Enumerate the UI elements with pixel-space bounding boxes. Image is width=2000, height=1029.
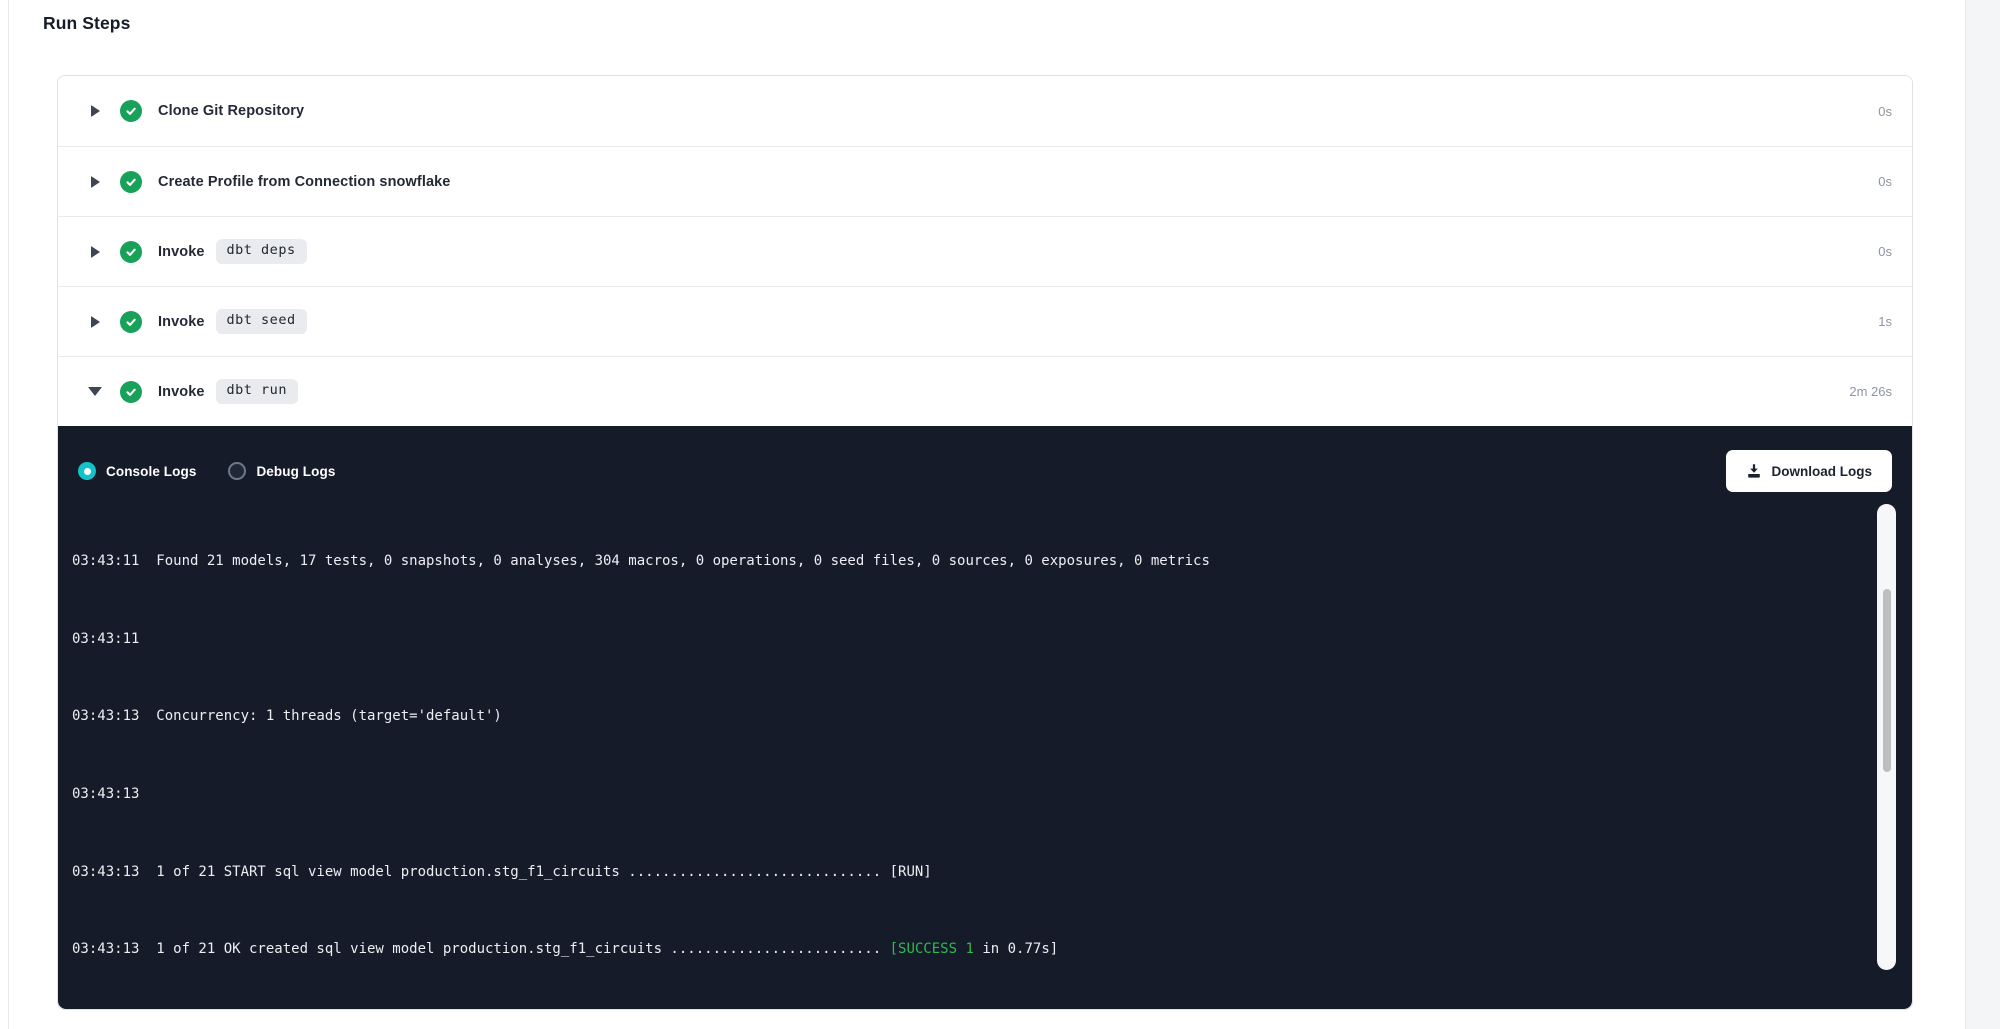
- step-row[interactable]: Invoke dbt deps 0s: [58, 216, 1912, 286]
- chevron-box: [88, 385, 102, 399]
- step-row[interactable]: Invoke dbt run 2m 26s: [58, 356, 1912, 426]
- radio-icon: [228, 462, 246, 480]
- chevron-icon: [91, 246, 100, 258]
- right-page-gutter: [1965, 0, 2000, 1029]
- log-body: 03:43:11 Found 21 models, 17 tests, 0 sna…: [72, 502, 1868, 993]
- chevron-box: [88, 245, 102, 259]
- radio-icon: [78, 462, 96, 480]
- log-timestamp: 03:43:13: [72, 786, 139, 802]
- chevron-box: [88, 104, 102, 118]
- log-timestamp: 03:43:11: [72, 631, 139, 647]
- log-panel-header: Console Logs Debug Logs Download Logs: [78, 450, 1892, 492]
- log-viewport[interactable]: 03:43:11 Found 21 models, 17 tests, 0 sna…: [72, 502, 1868, 993]
- step-duration: 0s: [1878, 174, 1892, 189]
- log-line: 03:43:13: [72, 785, 1868, 804]
- step-duration: 2m 26s: [1849, 384, 1892, 399]
- log-timestamp: 03:43:13: [72, 864, 139, 880]
- console-log-panel: Console Logs Debug Logs Download Logs: [58, 426, 1912, 1009]
- step-label: Create Profile from Connection snowflake: [158, 174, 450, 190]
- log-line: 03:43:13 Concurrency: 1 threads (target='…: [72, 707, 1868, 726]
- chevron-icon: [91, 105, 100, 117]
- success-check-icon: [120, 171, 142, 193]
- log-scrollbar-thumb[interactable]: [1883, 589, 1891, 772]
- success-check-icon: [120, 241, 142, 263]
- log-text: Found 21 models, 17 tests, 0 snapshots, …: [156, 553, 1210, 569]
- chevron-box: [88, 175, 102, 189]
- step-row[interactable]: Create Profile from Connection snowflake…: [58, 146, 1912, 216]
- log-text: 1 of 21 START sql view model production.…: [156, 864, 889, 880]
- log-line: 03:43:13 1 of 21 START sql view model pro…: [72, 863, 1868, 882]
- download-icon: [1746, 463, 1762, 479]
- log-status-rest: in 0.77s]: [974, 941, 1058, 957]
- step-duration: 0s: [1878, 244, 1892, 259]
- success-check-icon: [120, 100, 142, 122]
- log-timestamp: 03:43:13: [72, 708, 139, 724]
- chevron-icon: [91, 316, 100, 328]
- log-scrollbar-track[interactable]: [1877, 504, 1896, 970]
- log-tab-label: Console Logs: [106, 464, 196, 479]
- step-row[interactable]: Invoke dbt seed 1s: [58, 286, 1912, 356]
- download-logs-button[interactable]: Download Logs: [1726, 450, 1893, 492]
- step-label: Invoke: [158, 384, 205, 400]
- step-duration: 1s: [1878, 314, 1892, 329]
- step-label: Clone Git Repository: [158, 103, 304, 119]
- log-text: Concurrency: 1 threads (target='default'…: [156, 708, 502, 724]
- step-command-badge: dbt run: [216, 379, 298, 404]
- log-line: 03:43:11 Found 21 models, 17 tests, 0 sna…: [72, 552, 1868, 571]
- log-tab[interactable]: Debug Logs: [228, 462, 335, 480]
- log-status-rest: [RUN]: [890, 864, 932, 880]
- step-duration: 0s: [1878, 104, 1892, 119]
- log-tab-label: Debug Logs: [256, 464, 335, 479]
- step-command-badge: dbt seed: [216, 309, 307, 334]
- step-label: Invoke: [158, 314, 205, 330]
- chevron-icon: [91, 176, 100, 188]
- step-row[interactable]: Clone Git Repository 0s: [58, 76, 1912, 146]
- log-status-success: [SUCCESS 1: [890, 941, 974, 957]
- success-check-icon: [120, 381, 142, 403]
- log-line: 03:43:13 1 of 21 OK created sql view mode…: [72, 940, 1868, 959]
- step-label: Invoke: [158, 244, 205, 260]
- chevron-box: [88, 315, 102, 329]
- log-tab[interactable]: Console Logs: [78, 462, 196, 480]
- step-command-badge: dbt deps: [216, 239, 307, 264]
- page-title: Run Steps: [43, 13, 130, 34]
- left-page-divider: [8, 0, 9, 1029]
- run-steps-card: Clone Git Repository 0s Create Profile f…: [57, 75, 1913, 1010]
- log-text: 1 of 21 OK created sql view model produc…: [156, 941, 889, 957]
- success-check-icon: [120, 311, 142, 333]
- log-line: 03:43:11: [72, 630, 1868, 649]
- download-logs-label: Download Logs: [1772, 464, 1873, 479]
- log-timestamp: 03:43:13: [72, 941, 139, 957]
- log-timestamp: 03:43:11: [72, 553, 139, 569]
- chevron-icon: [88, 387, 102, 396]
